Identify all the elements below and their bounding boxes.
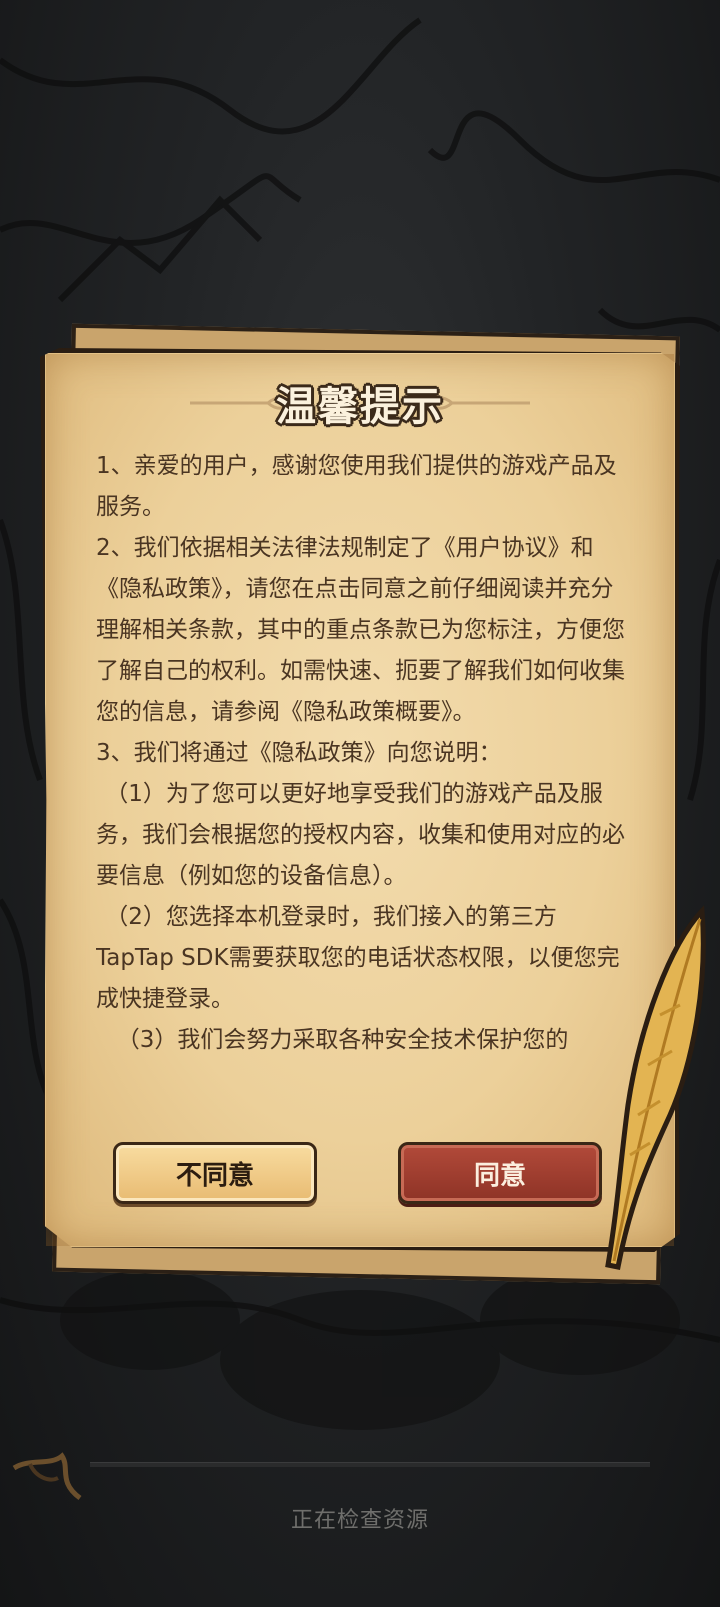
loading-progress-bar [90,1462,650,1467]
disagree-button[interactable]: 不同意 [113,1142,317,1204]
quill-feather-icon [605,905,706,1270]
branch-ornament-icon [12,1452,82,1501]
privacy-notice-body[interactable]: 1、亲爱的用户，感谢您使用我们提供的游戏产品及服务。 2、我们依据相关法律法规制… [96,446,632,1106]
game-screen: 温馨提示 1、亲爱的用户，感谢您使用我们提供的游戏产品及服务。 2、我们依据相关… [0,0,720,1607]
agree-button[interactable]: 同意 [398,1142,602,1204]
disagree-button-label: 不同意 [175,1160,254,1191]
notice-paragraph-6: （3）我们会努力采取各种安全技术保护您的 [116,1027,569,1053]
notice-paragraph-4: （1）为了您可以更好地享受我们的游戏产品及服务，我们会根据您的授权内容，收集和使… [96,781,625,889]
notice-paragraph-3: 3、我们将通过《隐私政策》向您说明： [96,740,502,766]
notice-paragraph-2: 2、我们依据相关法律法规制定了《用户协议》和《隐私政策》，请您在点击同意之前仔细… [96,535,625,725]
notice-paragraph-1: 1、亲爱的用户，感谢您使用我们提供的游戏产品及服务。 [96,453,617,520]
loading-status-text: 正在检查资源 [290,1508,429,1533]
notice-paragraph-5: （2）您选择本机登录时，我们接入的第三方TapTap SDK需要获取您的电话状态… [96,904,620,1012]
dialog-title: 温馨提示 [276,384,444,430]
agree-button-label: 同意 [473,1160,526,1191]
